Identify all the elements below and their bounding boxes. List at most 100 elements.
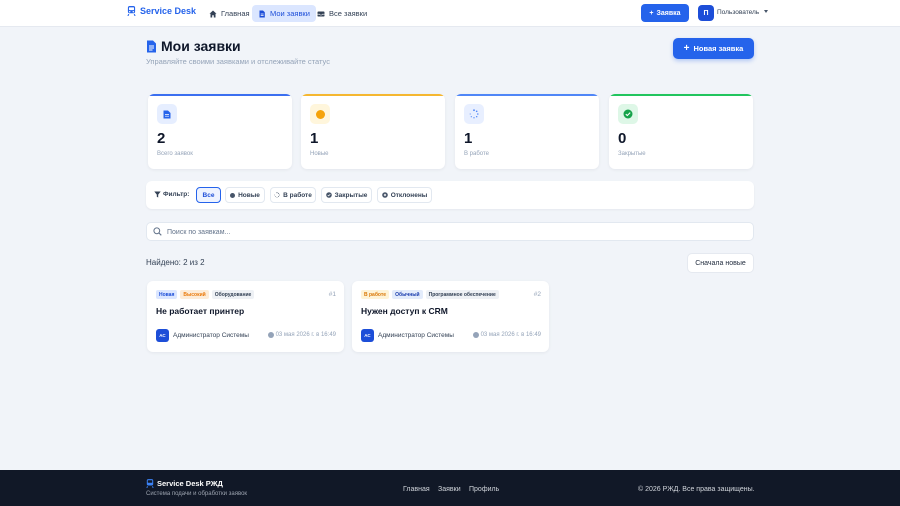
ticket-title[interactable]: Нужен доступ к CRM bbox=[361, 306, 448, 316]
footer: Service Desk РЖД Система подачи и обрабо… bbox=[0, 470, 900, 506]
ticket-number: #2 bbox=[533, 291, 541, 298]
footer-brand-text: Service Desk РЖД bbox=[157, 479, 223, 488]
nav-my-tickets[interactable]: Мои заявки bbox=[252, 5, 316, 22]
page-title: Мои заявки bbox=[146, 38, 241, 54]
brand-name: Service Desk bbox=[140, 6, 197, 16]
check-circle-icon bbox=[325, 192, 332, 198]
filter-chip-label: Новые bbox=[238, 191, 260, 199]
ticket-author: Администратор Системы bbox=[378, 332, 454, 339]
stat-total: 2 Всего заявок bbox=[148, 94, 292, 169]
category-badge: Программное обеспечение bbox=[425, 290, 499, 299]
status-badge: Новая bbox=[156, 290, 178, 299]
ticket-number: #1 bbox=[328, 291, 336, 298]
filter-chip-rejected[interactable]: Отклонены bbox=[377, 187, 432, 203]
filter-label-text: Фильтр: bbox=[163, 191, 190, 198]
filter-chip-closed[interactable]: Закрытые bbox=[321, 187, 372, 203]
footer-link-tickets[interactable]: Заявки bbox=[438, 486, 461, 493]
priority-badge: Обычный bbox=[392, 290, 423, 299]
stat-accent-bar bbox=[455, 94, 599, 96]
author-avatar: АС bbox=[361, 329, 374, 342]
inbox-icon bbox=[317, 11, 325, 16]
filter-label: Фильтр: bbox=[154, 191, 189, 198]
train-icon bbox=[127, 6, 136, 16]
ticket-author: Администратор Системы bbox=[173, 332, 249, 339]
footer-brand: Service Desk РЖД bbox=[146, 479, 223, 488]
stat-closed: 0 Закрытые bbox=[609, 94, 753, 169]
nav-home[interactable]: Главная bbox=[203, 5, 256, 22]
new-ticket-label: Новая заявка bbox=[693, 44, 744, 53]
footer-link-profile[interactable]: Профиль bbox=[469, 486, 499, 493]
stat-value: 0 bbox=[618, 130, 627, 147]
ticket-title[interactable]: Не работает принтер bbox=[156, 306, 244, 316]
header-new-ticket-label: Заявка bbox=[656, 9, 681, 17]
plus-icon: + bbox=[683, 43, 690, 54]
search-input[interactable] bbox=[167, 226, 737, 238]
nav-all-tickets-label: Все заявки bbox=[329, 9, 368, 18]
plus-icon: + bbox=[649, 9, 654, 17]
circle-icon bbox=[230, 192, 236, 198]
ticket-tags: Новая Высокий Оборудование bbox=[156, 290, 255, 299]
category-badge: Оборудование bbox=[211, 290, 255, 299]
footer-copyright: © 2026 РЖД. Все права защищены. bbox=[638, 486, 755, 493]
page-subtitle: Управляйте своими заявками и отслеживайт… bbox=[146, 57, 330, 66]
stat-label: Всего заявок bbox=[157, 151, 193, 157]
ticket-date-text: 03 мая 2026 г. в 16:49 bbox=[480, 332, 541, 338]
filter-chip-label: Отклонены bbox=[390, 191, 428, 199]
stat-value: 1 bbox=[310, 130, 319, 147]
filter-chip-in-progress[interactable]: В работе bbox=[270, 187, 316, 203]
document-icon bbox=[147, 40, 156, 52]
filter-chip-label: Все bbox=[202, 191, 215, 199]
priority-badge: Высокий bbox=[180, 290, 209, 299]
stat-label: Новые bbox=[310, 151, 329, 157]
stat-accent-bar bbox=[609, 94, 753, 96]
chevron-down-icon[interactable] bbox=[764, 10, 768, 13]
ticket-tags: В работе Обычный Программное обеспечение bbox=[361, 290, 499, 299]
ticket-date-text: 03 мая 2026 г. в 16:49 bbox=[275, 332, 336, 338]
brand-logo[interactable]: Service Desk bbox=[127, 6, 196, 16]
stat-value: 1 bbox=[464, 130, 473, 147]
ticket-date: 03 мая 2026 г. в 16:49 bbox=[267, 332, 336, 338]
filter-bar: Фильтр: Все Новые В работе Закрытые Откл… bbox=[146, 181, 754, 209]
x-circle-icon bbox=[381, 192, 388, 198]
nav-home-label: Главная bbox=[221, 9, 250, 18]
stat-in-progress: 1 В работе bbox=[455, 94, 599, 169]
ticket-card[interactable]: В работе Обычный Программное обеспечение… bbox=[352, 281, 549, 352]
home-icon bbox=[209, 10, 217, 17]
clock-icon bbox=[267, 332, 274, 338]
page-title-text: Мои заявки bbox=[161, 38, 241, 54]
spinner-icon bbox=[274, 192, 280, 198]
search-icon bbox=[153, 227, 162, 236]
status-badge: В работе bbox=[361, 290, 390, 299]
stat-label: Закрытые bbox=[618, 151, 646, 157]
search-box bbox=[146, 222, 754, 241]
new-ticket-button[interactable]: + Новая заявка bbox=[673, 38, 754, 59]
ticket-date: 03 мая 2026 г. в 16:49 bbox=[472, 332, 541, 338]
document-icon bbox=[259, 10, 265, 17]
filter-chip-label: Закрытые bbox=[334, 191, 368, 199]
nav-my-tickets-label: Мои заявки bbox=[270, 9, 310, 18]
user-avatar[interactable]: П bbox=[698, 5, 714, 21]
top-header: Service Desk Главная Мои заявки Все заяв… bbox=[0, 0, 900, 27]
filter-chip-label: В работе bbox=[283, 191, 312, 199]
ticket-card[interactable]: Новая Высокий Оборудование #1 Не работае… bbox=[147, 281, 344, 352]
stat-label: В работе bbox=[464, 151, 490, 157]
footer-subtitle: Система подачи и обработки заявок bbox=[146, 491, 248, 497]
clock-icon bbox=[472, 332, 479, 338]
funnel-icon bbox=[154, 191, 161, 198]
filter-chip-new[interactable]: Новые bbox=[225, 187, 265, 203]
nav-all-tickets[interactable]: Все заявки bbox=[311, 5, 373, 22]
stat-value: 2 bbox=[157, 130, 166, 147]
author-avatar: АС bbox=[156, 329, 169, 342]
stat-new: 1 Новые bbox=[301, 94, 445, 169]
stat-accent-bar bbox=[301, 94, 445, 96]
document-icon bbox=[157, 104, 177, 124]
check-circle-icon bbox=[618, 104, 638, 124]
user-name[interactable]: Пользователь bbox=[717, 9, 759, 16]
filter-chip-all[interactable]: Все bbox=[196, 187, 221, 203]
footer-link-home[interactable]: Главная bbox=[403, 486, 430, 493]
spinner-icon bbox=[464, 104, 484, 124]
circle-icon bbox=[310, 104, 330, 124]
sort-button[interactable]: Сначала новые bbox=[687, 253, 754, 273]
results-count: Найдено: 2 из 2 bbox=[146, 258, 205, 267]
header-new-ticket-button[interactable]: + Заявка bbox=[641, 4, 689, 22]
